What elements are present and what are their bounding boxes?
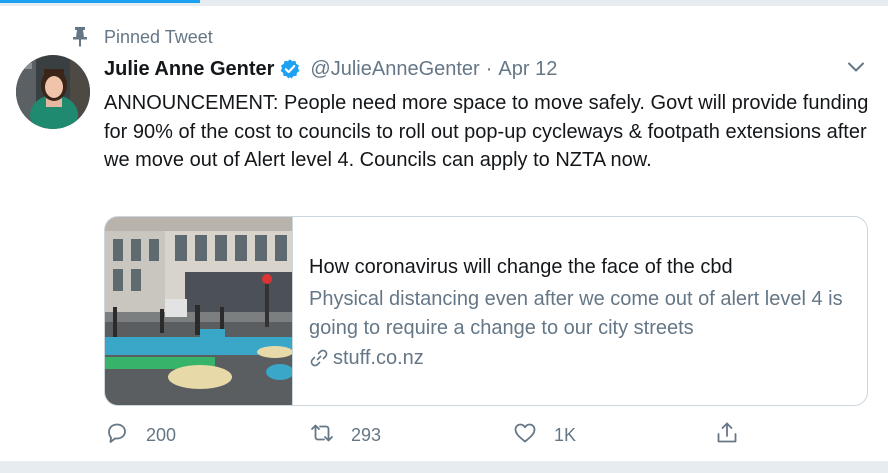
tweet-date[interactable]: Apr 12 bbox=[498, 58, 557, 81]
retweet-button[interactable]: 293 bbox=[309, 420, 381, 450]
header-separator: · bbox=[485, 57, 493, 80]
chevron-down-icon[interactable] bbox=[844, 55, 868, 79]
card-body: How coronavirus will change the face of … bbox=[309, 253, 854, 372]
link-card[interactable]: How coronavirus will change the face of … bbox=[104, 216, 868, 406]
card-description: Physical distancing even after we come o… bbox=[309, 288, 843, 339]
card-thumbnail bbox=[105, 217, 293, 405]
retweet-icon bbox=[309, 420, 335, 451]
reply-icon bbox=[104, 420, 130, 451]
active-tab-indicator bbox=[0, 0, 200, 3]
like-icon bbox=[512, 420, 538, 451]
tweet-actions: 200 293 1K bbox=[104, 420, 754, 450]
retweet-count: 293 bbox=[351, 424, 382, 445]
pinned-label: Pinned Tweet bbox=[104, 26, 213, 47]
pin-icon bbox=[70, 26, 90, 48]
tweet-header: Julie Anne Genter @JulieAnneGenter · Apr… bbox=[104, 56, 557, 82]
tweet-text: ANNOUNCEMENT: People need more space to … bbox=[104, 92, 874, 171]
verified-badge-icon bbox=[279, 58, 301, 80]
reply-button[interactable]: 200 bbox=[104, 420, 176, 450]
timeline-divider-bottom bbox=[0, 461, 888, 473]
author-display-name[interactable]: Julie Anne Genter bbox=[104, 58, 274, 81]
reply-count: 200 bbox=[146, 424, 177, 445]
card-title: How coronavirus will change the face of … bbox=[309, 256, 733, 278]
like-button[interactable]: 1K bbox=[512, 420, 576, 450]
avatar[interactable] bbox=[16, 55, 90, 129]
card-domain-text: stuff.co.nz bbox=[333, 347, 424, 369]
share-button[interactable] bbox=[714, 420, 740, 450]
author-handle[interactable]: @JulieAnneGenter bbox=[310, 58, 479, 81]
pinned-indicator: Pinned Tweet bbox=[70, 25, 213, 49]
share-icon bbox=[714, 420, 740, 451]
like-count: 1K bbox=[554, 424, 577, 445]
card-domain: stuff.co.nz bbox=[309, 344, 854, 372]
link-icon bbox=[309, 348, 329, 368]
